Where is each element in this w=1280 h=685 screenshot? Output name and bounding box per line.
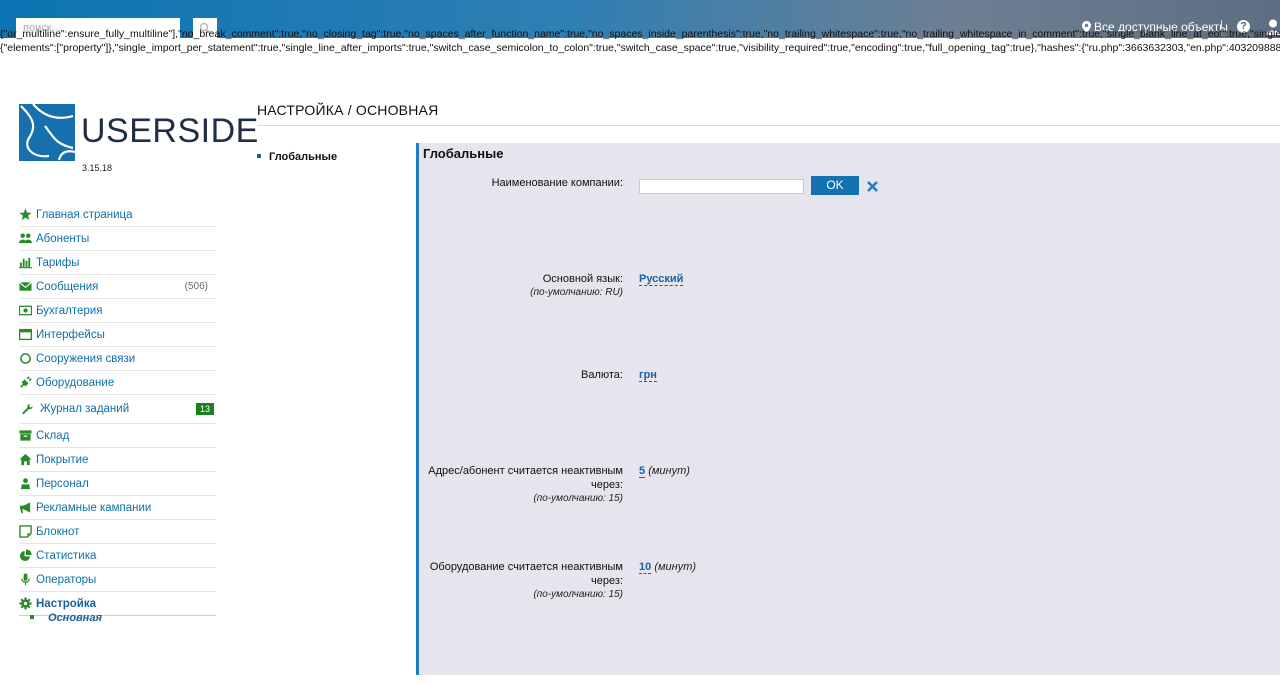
sidebar-item-label: Покрытие xyxy=(36,453,89,466)
sidebar-item-structures[interactable]: Сооружения связи xyxy=(19,347,216,371)
label-text: через: xyxy=(591,575,623,587)
users-icon xyxy=(19,233,32,244)
microphone-icon xyxy=(21,573,30,586)
sidebar-item-label: Блокнот xyxy=(36,525,80,538)
sidebar-item-label: Сооружения связи xyxy=(36,352,136,365)
sidebar-item-label: Интерфейсы xyxy=(36,328,105,341)
sidebar-item-label: Абоненты xyxy=(36,232,90,245)
default-hint: (по-умолчанию: 15) xyxy=(533,493,623,504)
sidebar-item-label: Оборудование xyxy=(36,376,115,389)
currency-value[interactable]: грн xyxy=(639,369,657,382)
sidebar-item-messages[interactable]: Сообщения (506) xyxy=(19,275,216,299)
company-name-input[interactable] xyxy=(639,179,804,194)
userside-logo xyxy=(19,104,75,161)
sidebar-item-subscribers[interactable]: Абоненты xyxy=(19,227,216,251)
bullhorn-icon xyxy=(19,502,31,514)
brand-name: USERSIDE xyxy=(81,112,259,150)
settings-section-label: Глобальные xyxy=(269,151,338,163)
bullet xyxy=(257,154,261,158)
unit-text: (минут) xyxy=(648,465,690,477)
wrench-icon xyxy=(22,403,33,414)
sidebar-item-label: Настройка xyxy=(36,597,96,610)
address-inactive-value[interactable]: 5 (минут) xyxy=(639,465,690,478)
sidebar-item-label: Тарифы xyxy=(36,256,80,269)
bullet xyxy=(30,615,34,619)
label-text: Валюта: xyxy=(581,369,623,381)
note-icon xyxy=(19,525,32,538)
sidebar-item-home[interactable]: Главная страница xyxy=(19,203,216,227)
default-hint: (по-умолчанию: RU) xyxy=(530,287,623,298)
value-text: грн xyxy=(639,369,657,382)
pie-chart-icon xyxy=(19,549,32,562)
sidebar-item-warehouse[interactable]: Склад xyxy=(19,424,216,448)
currency-label: Валюта: xyxy=(581,368,623,382)
default-hint: (по-умолчанию: 15) xyxy=(533,589,623,600)
sidebar-item-operators[interactable]: Операторы xyxy=(19,568,216,592)
equipment-inactive-label: Оборудование считается неактивным через:… xyxy=(430,560,623,602)
sidebar-item-label: Склад xyxy=(36,429,70,442)
label-text: Оборудование считается неактивным xyxy=(429,561,623,573)
sidebar-item-label: Персонал xyxy=(36,477,89,490)
sidebar-item-label: Рекламные кампании xyxy=(36,501,152,514)
equipment-inactive-value[interactable]: 10 (минут) xyxy=(639,561,697,574)
sidebar-subitem-label: Основная xyxy=(48,612,102,624)
messages-count: (506) xyxy=(184,281,208,292)
user-badge-icon xyxy=(20,478,31,490)
unit-text: (минут) xyxy=(654,561,697,573)
sidebar-item-campaigns[interactable]: Рекламные кампании xyxy=(19,496,216,520)
label-text: Адрес/абонент считается неактивным xyxy=(428,465,623,477)
label-text: через: xyxy=(591,479,623,491)
sidebar-item-label: Статистика xyxy=(36,549,97,562)
sidebar-item-equipment[interactable]: Оборудование xyxy=(19,371,216,395)
money-icon xyxy=(19,305,32,316)
plug-icon xyxy=(20,376,32,388)
value-text: Русский xyxy=(639,273,684,286)
close-icon[interactable] xyxy=(866,180,879,193)
value-text: 5 xyxy=(639,465,646,478)
company-name-label: Наименование компании: xyxy=(492,176,623,190)
value-text: 10 xyxy=(639,561,652,574)
sidebar-item-label: Бухгалтерия xyxy=(36,304,103,317)
sidebar-item-statistics[interactable]: Статистика xyxy=(19,544,216,568)
panel-title: Глобальные xyxy=(423,146,504,161)
sidebar-item-label: Главная страница xyxy=(36,208,133,221)
sidebar-item-coverage[interactable]: Покрытие xyxy=(19,448,216,472)
sidebar-item-tariffs[interactable]: Тарифы xyxy=(19,251,216,275)
envelope-icon xyxy=(19,281,32,291)
window-icon xyxy=(19,328,32,341)
language-value[interactable]: Русский xyxy=(639,273,684,286)
debug-output-line: {"elements":["property"]},"single_import… xyxy=(0,42,1280,54)
archive-icon xyxy=(19,430,32,441)
star-icon xyxy=(19,208,32,221)
bar-chart-icon xyxy=(19,257,32,269)
breadcrumb: НАСТРОЙКА / ОСНОВНАЯ xyxy=(257,102,439,118)
home-icon xyxy=(19,453,32,466)
language-label: Основной язык: (по-умолчанию: RU) xyxy=(530,272,623,300)
divider xyxy=(257,125,1280,126)
sidebar-item-label: Сообщения xyxy=(36,280,99,293)
sidebar-item-interfaces[interactable]: Интерфейсы xyxy=(19,323,216,347)
sidebar-subitem-main[interactable]: Основная xyxy=(30,612,102,624)
task-count-badge: 13 xyxy=(195,403,214,415)
sidebar-menu: Главная страница Абоненты Тарифы Сообщен… xyxy=(19,203,216,616)
debug-output-line: {"or_multiline":ensure_fully_multiline"]… xyxy=(0,28,1280,40)
sidebar-item-accounting[interactable]: Бухгалтерия xyxy=(19,299,216,323)
sidebar-item-staff[interactable]: Персонал xyxy=(19,472,216,496)
sidebar-item-notepad[interactable]: Блокнот xyxy=(19,520,216,544)
version-label: 3.15.18 xyxy=(82,163,113,173)
sidebar-item-label: Операторы xyxy=(36,573,97,586)
sidebar-item-task-log[interactable]: Журнал заданий 13 xyxy=(19,395,216,424)
sidebar-item-label: Журнал заданий xyxy=(40,403,130,415)
label-text: Наименование компании: xyxy=(491,177,623,189)
settings-section-global[interactable]: Глобальные xyxy=(257,151,337,163)
label-text: Основной язык: xyxy=(542,273,623,285)
ok-button[interactable]: OK xyxy=(811,176,859,195)
circle-icon xyxy=(20,353,31,364)
address-inactive-label: Адрес/абонент считается неактивным через… xyxy=(428,464,623,506)
gear-icon xyxy=(19,597,32,610)
